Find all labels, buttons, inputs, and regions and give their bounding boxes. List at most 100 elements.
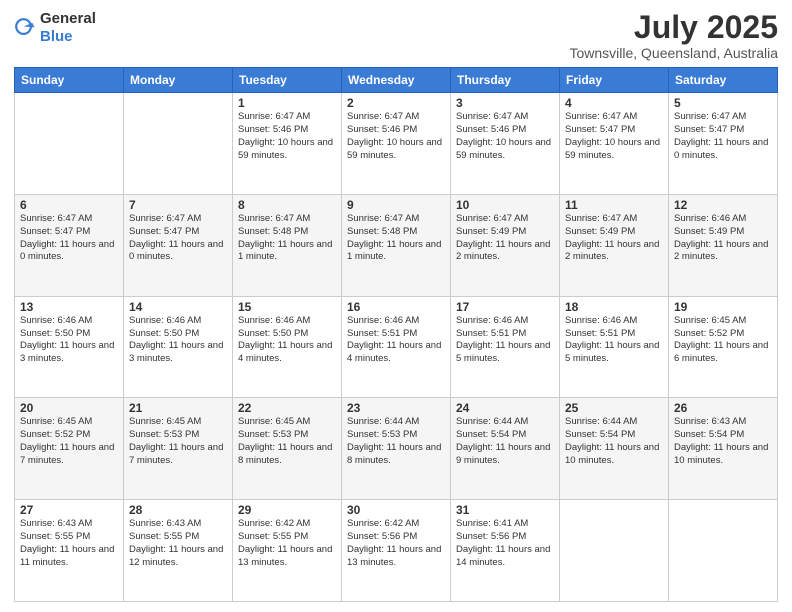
day-number: 11 <box>565 198 663 212</box>
calendar-cell: 3Sunrise: 6:47 AMSunset: 5:46 PMDaylight… <box>451 93 560 195</box>
day-info: Sunrise: 6:44 AMSunset: 5:53 PMDaylight:… <box>347 416 445 467</box>
day-info: Sunrise: 6:46 AMSunset: 5:49 PMDaylight:… <box>674 213 772 264</box>
week-row-5: 27 Sunrise: 6:43 AMSunset: 5:55 PMDayligh… <box>15 500 778 602</box>
calendar-cell: 27Sunrise: 6:43 AMSunset: 5:55 PMDayligh… <box>15 500 124 602</box>
calendar-cell: 28Sunrise: 6:43 AMSunset: 5:55 PMDayligh… <box>124 500 233 602</box>
day-info: Sunrise: 6:46 AMSunset: 5:50 PMDaylight:… <box>20 315 118 366</box>
day-number: 6 <box>20 198 118 212</box>
day-info: Sunrise: 6:45 AMSunset: 5:53 PMDaylight:… <box>129 416 227 467</box>
calendar-cell: 22Sunrise: 6:45 AMSunset: 5:53 PMDayligh… <box>233 398 342 500</box>
day-header-tuesday: Tuesday <box>233 68 342 93</box>
calendar-cell: 20Sunrise: 6:45 AMSunset: 5:52 PMDayligh… <box>15 398 124 500</box>
calendar-cell <box>560 500 669 602</box>
calendar-cell: 6Sunrise: 6:47 AMSunset: 5:47 PMDaylight… <box>15 194 124 296</box>
day-info: Sunrise: 6:45 AMSunset: 5:52 PMDaylight:… <box>20 416 118 467</box>
calendar-cell: 12Sunrise: 6:46 AMSunset: 5:49 PMDayligh… <box>669 194 778 296</box>
page: General Blue July 2025 Townsville, Queen… <box>0 0 792 612</box>
calendar-cell: 29Sunrise: 6:42 AMSunset: 5:55 PMDayligh… <box>233 500 342 602</box>
logo: General Blue <box>14 10 96 46</box>
day-info: Sunrise: 6:47 AMSunset: 5:46 PMDaylight:… <box>456 111 554 162</box>
day-info: Sunrise: 6:46 AMSunset: 5:51 PMDaylight:… <box>347 315 445 366</box>
day-info: Sunrise: 6:47 AMSunset: 5:47 PMDaylight:… <box>20 213 118 264</box>
day-number: 12 <box>674 198 772 212</box>
day-info: Sunrise: 6:45 AMSunset: 5:52 PMDaylight:… <box>674 315 772 366</box>
calendar-cell: 24Sunrise: 6:44 AMSunset: 5:54 PMDayligh… <box>451 398 560 500</box>
day-info: Sunrise: 6:43 AMSunset: 5:54 PMDaylight:… <box>674 416 772 467</box>
calendar-cell: 17Sunrise: 6:46 AMSunset: 5:51 PMDayligh… <box>451 296 560 398</box>
day-header-friday: Friday <box>560 68 669 93</box>
calendar-cell: 15Sunrise: 6:46 AMSunset: 5:50 PMDayligh… <box>233 296 342 398</box>
day-number: 20 <box>20 401 118 415</box>
calendar-cell: 31Sunrise: 6:41 AMSunset: 5:56 PMDayligh… <box>451 500 560 602</box>
day-header-monday: Monday <box>124 68 233 93</box>
day-info: Sunrise: 6:47 AMSunset: 5:46 PMDaylight:… <box>238 111 336 162</box>
day-info: Sunrise: 6:44 AMSunset: 5:54 PMDaylight:… <box>456 416 554 467</box>
calendar-cell: 23Sunrise: 6:44 AMSunset: 5:53 PMDayligh… <box>342 398 451 500</box>
day-number: 30 <box>347 503 445 517</box>
calendar-cell: 13Sunrise: 6:46 AMSunset: 5:50 PMDayligh… <box>15 296 124 398</box>
day-header-wednesday: Wednesday <box>342 68 451 93</box>
day-number: 8 <box>238 198 336 212</box>
day-number: 19 <box>674 300 772 314</box>
day-number: 1 <box>238 96 336 110</box>
header: General Blue July 2025 Townsville, Queen… <box>14 10 778 61</box>
day-number: 29 <box>238 503 336 517</box>
day-number: 21 <box>129 401 227 415</box>
day-info: Sunrise: 6:47 AMSunset: 5:47 PMDaylight:… <box>565 111 663 162</box>
day-number: 24 <box>456 401 554 415</box>
logo-general: General <box>40 10 96 27</box>
day-info: Sunrise: 6:46 AMSunset: 5:51 PMDaylight:… <box>456 315 554 366</box>
day-info: Sunrise: 6:44 AMSunset: 5:54 PMDaylight:… <box>565 416 663 467</box>
day-number: 27 <box>20 503 118 517</box>
day-number: 14 <box>129 300 227 314</box>
day-info: Sunrise: 6:43 AMSunset: 5:55 PMDaylight:… <box>129 518 227 569</box>
day-number: 17 <box>456 300 554 314</box>
day-number: 23 <box>347 401 445 415</box>
day-info: Sunrise: 6:47 AMSunset: 5:47 PMDaylight:… <box>129 213 227 264</box>
calendar-cell: 10Sunrise: 6:47 AMSunset: 5:49 PMDayligh… <box>451 194 560 296</box>
day-header-saturday: Saturday <box>669 68 778 93</box>
calendar-cell: 2Sunrise: 6:47 AMSunset: 5:46 PMDaylight… <box>342 93 451 195</box>
week-row-4: 20Sunrise: 6:45 AMSunset: 5:52 PMDayligh… <box>15 398 778 500</box>
calendar-cell: 5Sunrise: 6:47 AMSunset: 5:47 PMDaylight… <box>669 93 778 195</box>
day-header-thursday: Thursday <box>451 68 560 93</box>
day-info: Sunrise: 6:47 AMSunset: 5:49 PMDaylight:… <box>565 213 663 264</box>
day-info: Sunrise: 6:47 AMSunset: 5:47 PMDaylight:… <box>674 111 772 162</box>
day-number: 22 <box>238 401 336 415</box>
calendar-cell: 8Sunrise: 6:47 AMSunset: 5:48 PMDaylight… <box>233 194 342 296</box>
day-number: 4 <box>565 96 663 110</box>
day-header-sunday: Sunday <box>15 68 124 93</box>
calendar-cell: 21Sunrise: 6:45 AMSunset: 5:53 PMDayligh… <box>124 398 233 500</box>
day-info: Sunrise: 6:46 AMSunset: 5:50 PMDaylight:… <box>238 315 336 366</box>
week-row-2: 6Sunrise: 6:47 AMSunset: 5:47 PMDaylight… <box>15 194 778 296</box>
calendar-cell <box>669 500 778 602</box>
calendar-cell: 16Sunrise: 6:46 AMSunset: 5:51 PMDayligh… <box>342 296 451 398</box>
logo-text: General Blue <box>40 10 96 46</box>
calendar-cell: 4Sunrise: 6:47 AMSunset: 5:47 PMDaylight… <box>560 93 669 195</box>
calendar-cell: 30Sunrise: 6:42 AMSunset: 5:56 PMDayligh… <box>342 500 451 602</box>
calendar-cell: 1Sunrise: 6:47 AMSunset: 5:46 PMDaylight… <box>233 93 342 195</box>
day-info: Sunrise: 6:47 AMSunset: 5:46 PMDaylight:… <box>347 111 445 162</box>
day-info: Sunrise: 6:46 AMSunset: 5:50 PMDaylight:… <box>129 315 227 366</box>
day-number: 31 <box>456 503 554 517</box>
day-number: 2 <box>347 96 445 110</box>
day-number: 10 <box>456 198 554 212</box>
day-info: Sunrise: 6:41 AMSunset: 5:56 PMDaylight:… <box>456 518 554 569</box>
day-number: 15 <box>238 300 336 314</box>
day-number: 25 <box>565 401 663 415</box>
calendar-cell: 26Sunrise: 6:43 AMSunset: 5:54 PMDayligh… <box>669 398 778 500</box>
calendar-cell: 11Sunrise: 6:47 AMSunset: 5:49 PMDayligh… <box>560 194 669 296</box>
day-number: 9 <box>347 198 445 212</box>
calendar-cell: 25Sunrise: 6:44 AMSunset: 5:54 PMDayligh… <box>560 398 669 500</box>
subtitle: Townsville, Queensland, Australia <box>569 45 778 61</box>
day-info: Sunrise: 6:46 AMSunset: 5:51 PMDaylight:… <box>565 315 663 366</box>
calendar-cell <box>124 93 233 195</box>
title-block: July 2025 Townsville, Queensland, Austra… <box>569 10 778 61</box>
day-info: Sunrise: 6:47 AMSunset: 5:48 PMDaylight:… <box>347 213 445 264</box>
day-number: 28 <box>129 503 227 517</box>
logo-icon <box>14 17 36 39</box>
day-info: Sunrise: 6:45 AMSunset: 5:53 PMDaylight:… <box>238 416 336 467</box>
calendar-cell: 14Sunrise: 6:46 AMSunset: 5:50 PMDayligh… <box>124 296 233 398</box>
day-number: 26 <box>674 401 772 415</box>
calendar-cell <box>15 93 124 195</box>
